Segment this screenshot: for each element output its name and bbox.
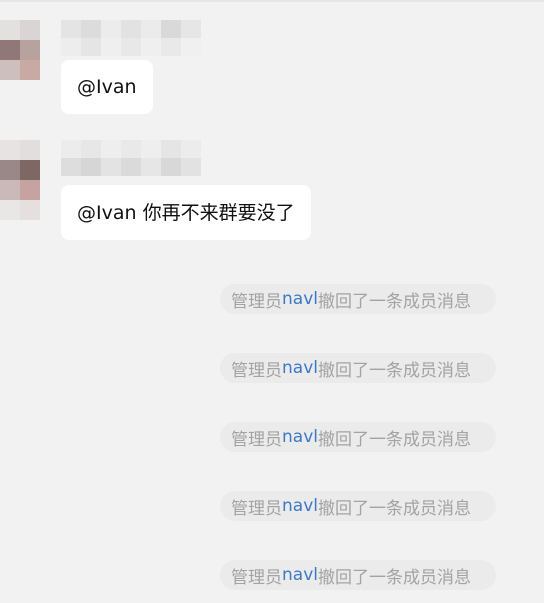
notice-prefix: 管理员 [231,567,282,588]
message-bubble[interactable]: @Ivan 你再不来群要没了 [61,185,311,240]
avatar[interactable] [0,20,40,80]
message-text: @Ivan [77,76,137,98]
top-divider [0,0,544,2]
notice-suffix: 撤回了一条成员消息 [317,291,471,312]
admin-name-link[interactable]: navl [282,427,318,447]
admin-name-link[interactable]: navl [282,358,318,378]
notice-prefix: 管理员 [231,291,282,312]
recall-notice: 管理员 navl 撤回了一条成员消息 [220,353,496,383]
notice-prefix: 管理员 [231,429,282,450]
notice-suffix: 撤回了一条成员消息 [317,429,471,450]
avatar[interactable] [0,140,40,220]
recall-notice: 管理员 navl 撤回了一条成员消息 [220,284,496,314]
chat-window: @Ivan @Ivan 你再不来群要没了 管理员 navl 撤回了一条成员消息 管理… [0,0,544,603]
sender-name [61,140,201,176]
notice-suffix: 撤回了一条成员消息 [317,360,471,381]
message-text: @Ivan 你再不来群要没了 [77,201,295,224]
admin-name-link[interactable]: navl [282,496,318,516]
recall-notice: 管理员 navl 撤回了一条成员消息 [220,491,496,521]
notice-suffix: 撤回了一条成员消息 [317,498,471,519]
message-bubble[interactable]: @Ivan [61,60,153,114]
notice-prefix: 管理员 [231,360,282,381]
recall-notice: 管理员 navl 撤回了一条成员消息 [220,422,496,452]
notice-suffix: 撤回了一条成员消息 [317,567,471,588]
notice-prefix: 管理员 [231,498,282,519]
sender-name [61,20,201,56]
admin-name-link[interactable]: navl [282,565,318,585]
admin-name-link[interactable]: navl [282,289,318,309]
recall-notice: 管理员 navl 撤回了一条成员消息 [220,560,496,590]
